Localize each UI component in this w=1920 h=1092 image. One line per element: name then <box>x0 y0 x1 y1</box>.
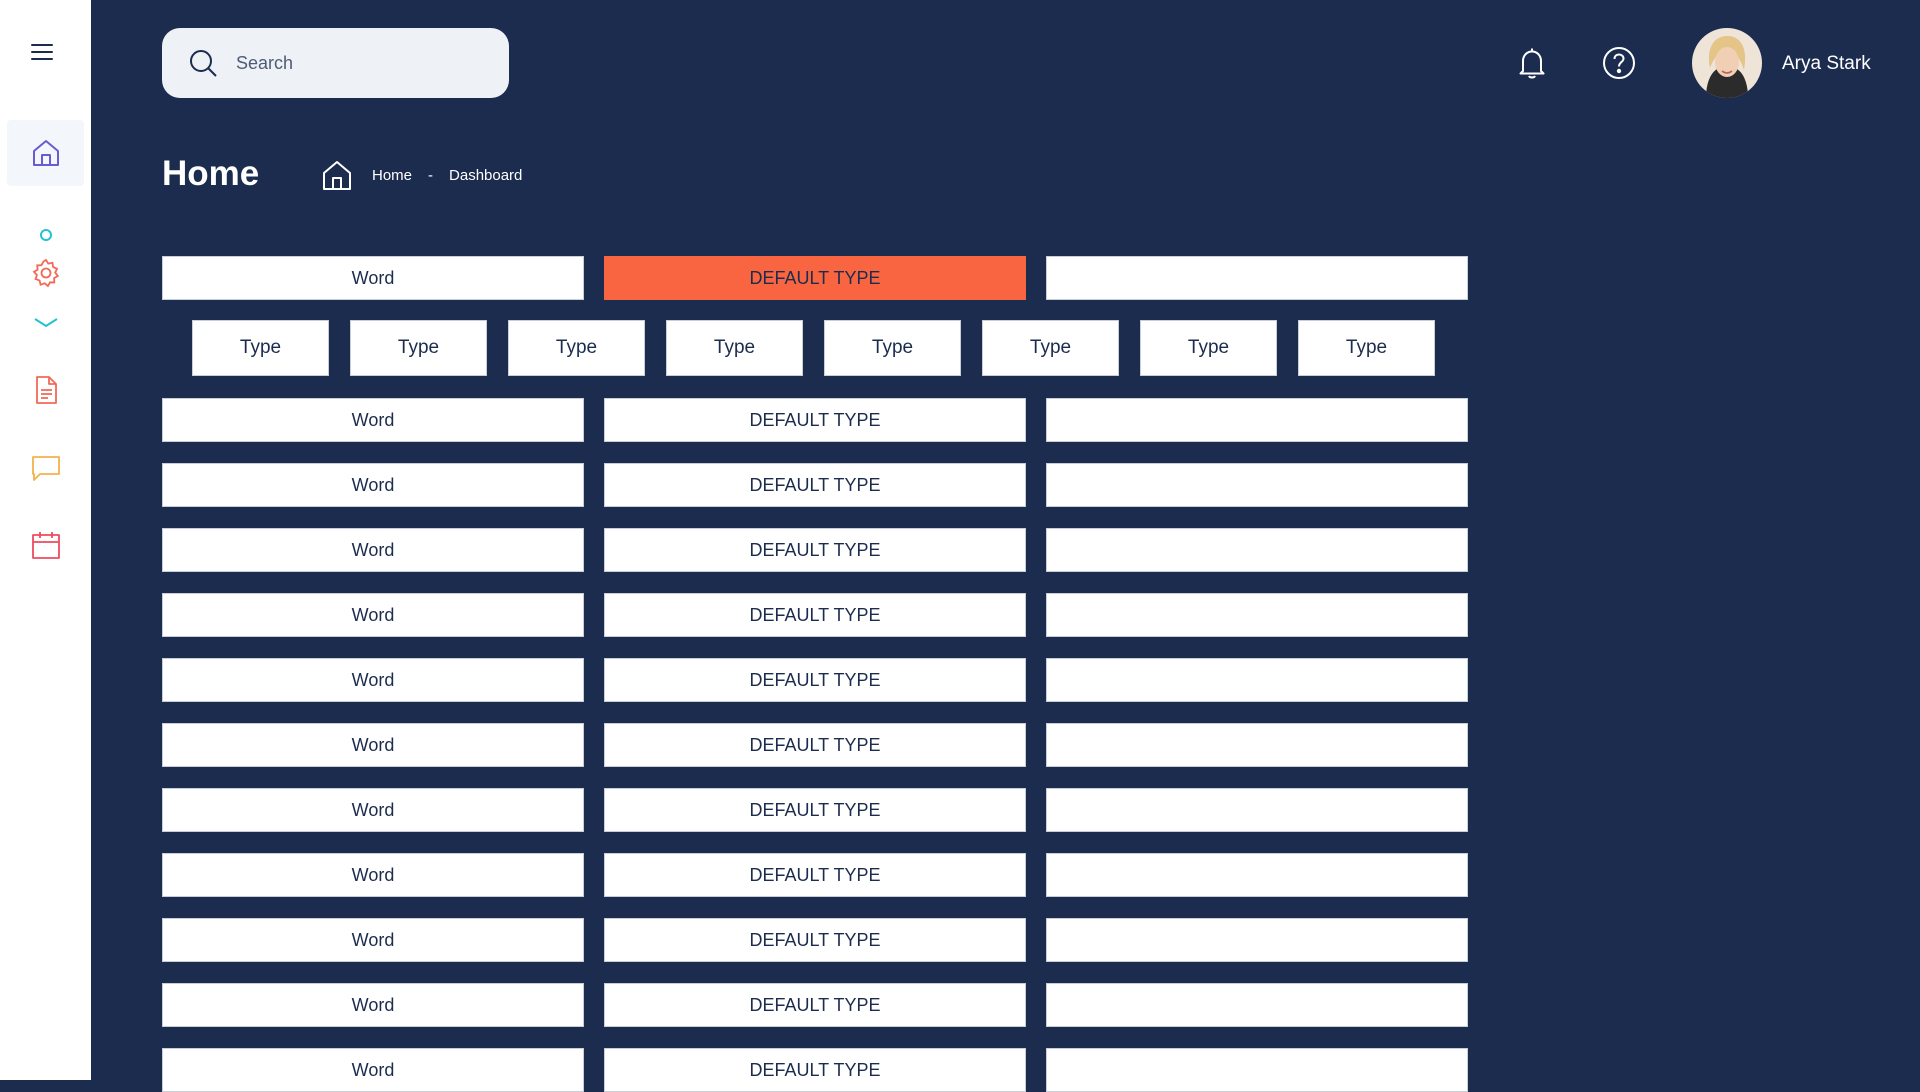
default-type-cell[interactable]: DEFAULT TYPE <box>604 528 1026 572</box>
search-icon <box>190 50 217 77</box>
chat-icon <box>31 456 60 481</box>
sidebar-item-messages[interactable] <box>7 435 84 501</box>
page-title: Home <box>162 154 260 193</box>
value-cell[interactable] <box>1046 658 1468 702</box>
word-cell[interactable]: Word <box>162 983 584 1027</box>
type-button[interactable]: Type <box>350 320 487 376</box>
word-cell[interactable]: Word <box>162 528 584 572</box>
word-cell[interactable]: Word <box>162 723 584 767</box>
user-name[interactable]: Arya Stark <box>1782 53 1871 75</box>
default-type-cell[interactable]: DEFAULT TYPE <box>604 1048 1026 1092</box>
word-cell[interactable]: Word <box>162 853 584 897</box>
value-cell[interactable] <box>1046 593 1468 637</box>
document-icon <box>35 376 57 404</box>
breadcrumb-current: Dashboard <box>449 166 523 184</box>
gear-icon <box>32 258 59 288</box>
home-icon[interactable] <box>320 158 354 192</box>
sidebar-item-home[interactable] <box>7 120 84 186</box>
default-type-cell[interactable]: DEFAULT TYPE <box>604 918 1026 962</box>
word-cell[interactable]: Word <box>162 463 584 507</box>
default-type-cell[interactable]: DEFAULT TYPE <box>604 658 1026 702</box>
sidebar-item-calendar[interactable] <box>7 512 84 578</box>
default-type-cell[interactable]: DEFAULT TYPE <box>604 723 1026 767</box>
default-type-cell[interactable]: DEFAULT TYPE <box>604 983 1026 1027</box>
word-cell[interactable]: Word <box>162 256 584 300</box>
value-cell[interactable] <box>1046 918 1468 962</box>
type-button[interactable]: Type <box>824 320 961 376</box>
help-icon[interactable] <box>1602 46 1636 80</box>
sidebar-item-settings[interactable] <box>7 240 84 306</box>
value-cell[interactable] <box>1046 398 1468 442</box>
type-button[interactable]: Type <box>192 320 329 376</box>
type-button[interactable]: Type <box>1298 320 1435 376</box>
home-icon <box>32 140 59 166</box>
word-cell[interactable]: Word <box>162 1048 584 1092</box>
word-cell[interactable]: Word <box>162 918 584 962</box>
default-type-cell[interactable]: DEFAULT TYPE <box>604 593 1026 637</box>
sidebar-item-documents[interactable] <box>7 357 84 423</box>
default-type-cell[interactable]: DEFAULT TYPE <box>604 463 1026 507</box>
sidebar <box>0 0 91 1080</box>
type-button[interactable]: Type <box>508 320 645 376</box>
avatar[interactable] <box>1692 28 1762 98</box>
hamburger-menu-icon[interactable] <box>31 44 53 60</box>
breadcrumb-separator: - <box>428 166 434 184</box>
default-type-cell[interactable]: DEFAULT TYPE <box>604 788 1026 832</box>
value-cell[interactable] <box>1046 723 1468 767</box>
word-cell[interactable]: Word <box>162 398 584 442</box>
search-bar[interactable] <box>162 28 509 98</box>
bell-icon[interactable] <box>1515 46 1549 80</box>
default-type-button-active[interactable]: DEFAULT TYPE <box>604 256 1026 300</box>
word-cell[interactable]: Word <box>162 593 584 637</box>
type-button[interactable]: Type <box>1140 320 1277 376</box>
breadcrumb-home[interactable]: Home <box>372 167 412 184</box>
value-cell[interactable] <box>1046 853 1468 897</box>
value-cell[interactable] <box>1046 983 1468 1027</box>
search-input[interactable] <box>236 52 476 74</box>
value-cell[interactable] <box>1046 528 1468 572</box>
value-cell[interactable] <box>1046 463 1468 507</box>
value-cell[interactable] <box>1046 1048 1468 1092</box>
breadcrumb: Home - Dashboard <box>320 158 522 192</box>
value-cell[interactable] <box>1046 256 1468 300</box>
default-type-cell[interactable]: DEFAULT TYPE <box>604 853 1026 897</box>
value-cell[interactable] <box>1046 788 1468 832</box>
word-cell[interactable]: Word <box>162 788 584 832</box>
default-type-cell[interactable]: DEFAULT TYPE <box>604 398 1026 442</box>
chevron-down-icon <box>34 318 58 328</box>
calendar-icon <box>31 532 60 559</box>
type-button[interactable]: Type <box>666 320 803 376</box>
word-cell[interactable]: Word <box>162 658 584 702</box>
type-button[interactable]: Type <box>982 320 1119 376</box>
